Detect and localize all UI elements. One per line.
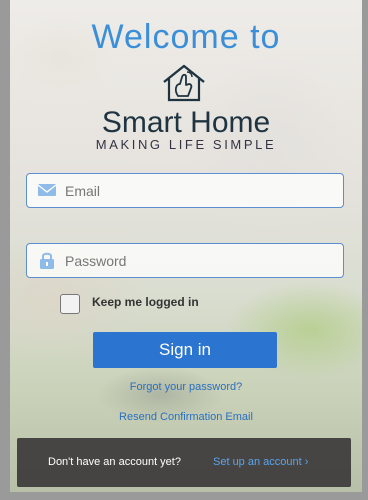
- keep-logged-in[interactable]: Keep me logged in: [60, 292, 260, 314]
- signup-question: Don't have an account yet?: [48, 456, 181, 468]
- keep-logged-in-checkbox[interactable]: [60, 294, 80, 314]
- signup-banner: Don't have an account yet? Set up an acc…: [17, 438, 351, 487]
- forgot-password-link[interactable]: Forgot your password?: [10, 381, 362, 393]
- sign-in-button[interactable]: Sign in: [93, 332, 277, 368]
- signup-link[interactable]: Set up an account ›: [213, 456, 308, 468]
- window-right-edge: [362, 0, 368, 500]
- window-left-edge: [0, 0, 10, 500]
- lock-icon: [40, 252, 54, 269]
- keep-logged-in-label: Keep me logged in: [92, 295, 199, 309]
- brand-tagline: MAKING LIFE SIMPLE: [95, 137, 277, 152]
- house-hand-icon: [163, 64, 205, 102]
- welcome-heading: Welcome to: [91, 18, 281, 56]
- resend-confirmation-link[interactable]: Resend Confirmation Email: [10, 411, 362, 423]
- window-bottom-edge: [0, 492, 368, 500]
- brand-name: Smart Home: [101, 106, 271, 139]
- email-field[interactable]: [26, 173, 344, 208]
- envelope-icon: [37, 184, 57, 196]
- password-input[interactable]: [65, 244, 335, 277]
- email-input[interactable]: [65, 174, 335, 207]
- login-window: Welcome to Smart Home MAKING LIFE SIMPLE: [0, 0, 368, 500]
- password-field[interactable]: [26, 243, 344, 278]
- login-screen: Welcome to Smart Home MAKING LIFE SIMPLE: [10, 0, 362, 492]
